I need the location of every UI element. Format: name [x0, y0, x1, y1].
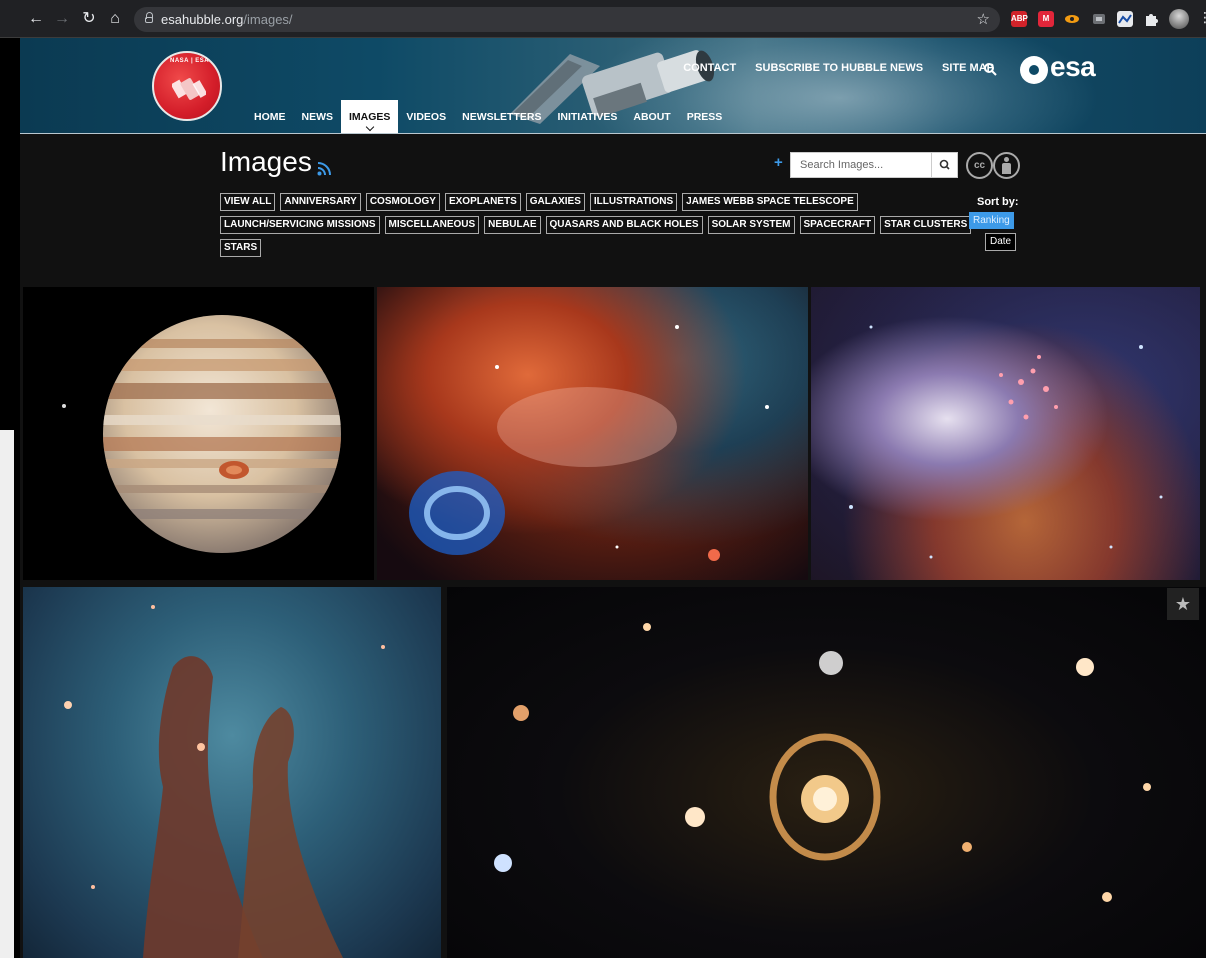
top-links: CONTACT SUBSCRIBE TO HUBBLE NEWS SITE MA… [664, 62, 994, 74]
category-tags: VIEW ALL ANNIVERSARY COSMOLOGY EXOPLANET… [220, 193, 972, 262]
esa-logo-mark-icon [1020, 56, 1048, 84]
gallery-image-pillars-of-creation[interactable] [23, 587, 441, 958]
tag-illustrations[interactable]: ILLUSTRATIONS [589, 193, 678, 211]
extension-gray-icon[interactable] [1091, 11, 1107, 27]
sort-by-label: Sort by: [977, 196, 1019, 208]
search-icon [939, 159, 950, 170]
search-icon[interactable] [983, 62, 997, 76]
main-nav: HOME NEWS IMAGES VIDEOS NEWSLETTERS INIT… [246, 100, 731, 133]
site-header: NASA | ESA CONTACT SUBSCRIBE TO HUBBLE N… [20, 38, 1206, 134]
nav-initiatives[interactable]: INITIATIVES [549, 100, 625, 133]
gallery-image-nebula-red[interactable] [377, 287, 808, 580]
adblock-plus-icon[interactable]: ABP [1011, 11, 1028, 27]
extensions-puzzle-icon[interactable] [1143, 11, 1159, 27]
attribution-icon[interactable] [993, 152, 1020, 179]
extension-red-icon[interactable]: M [1038, 11, 1054, 27]
tag-nebulae[interactable]: NEBULAE [484, 216, 541, 234]
contact-link[interactable]: CONTACT [683, 62, 736, 74]
bookmark-star-icon[interactable]: ☆ [977, 10, 990, 28]
tag-view-all[interactable]: VIEW ALL [220, 193, 276, 211]
nav-about[interactable]: ABOUT [625, 100, 678, 133]
esa-logo[interactable]: esa [1020, 51, 1110, 84]
search-box [790, 152, 958, 178]
browser-toolbar: ← → ↻ ⌂ esahubble.org/images/ ☆ ABP M ⋮ [0, 0, 1206, 38]
tag-spacecraft[interactable]: SPACECRAFT [799, 216, 876, 234]
extension-chart-icon[interactable] [1117, 11, 1133, 27]
nav-news[interactable]: NEWS [294, 100, 342, 133]
gallery-image-jupiter[interactable] [23, 287, 374, 580]
lock-icon [145, 12, 153, 23]
sort-ranking-button[interactable]: Ranking [969, 212, 1014, 229]
hubble-logo-satellite-icon [172, 78, 206, 100]
favorite-star-button[interactable]: ★ [1167, 588, 1199, 620]
back-arrow-icon[interactable]: ← [26, 9, 46, 29]
tag-miscellaneous[interactable]: MISCELLANEOUS [384, 216, 480, 234]
hubble-logo[interactable]: NASA | ESA [152, 51, 222, 121]
home-icon[interactable]: ⌂ [105, 9, 125, 29]
subscribe-link[interactable]: SUBSCRIBE TO HUBBLE NEWS [755, 62, 923, 74]
creative-commons-icon[interactable]: cc [966, 152, 993, 179]
sort-date-button[interactable]: Date [985, 233, 1017, 251]
gallery-image-westerlund-cluster[interactable] [811, 287, 1200, 580]
extension-eye-icon[interactable] [1064, 11, 1080, 27]
page-title: Images [220, 146, 312, 177]
gallery-image-einstein-ring[interactable] [447, 587, 1206, 958]
nav-images[interactable]: IMAGES [341, 100, 399, 133]
tag-quasars-black-holes[interactable]: QUASARS AND BLACK HOLES [545, 216, 703, 234]
menu-kebab-icon[interactable]: ⋮ [1198, 9, 1206, 26]
nav-home[interactable]: HOME [246, 100, 294, 133]
reload-icon[interactable]: ↻ [79, 9, 99, 29]
address-bar[interactable]: esahubble.org/images/ ☆ [134, 7, 1000, 32]
desktop-background [0, 38, 20, 958]
tag-exoplanets[interactable]: EXOPLANETS [444, 193, 521, 211]
rss-feed-icon[interactable] [317, 162, 331, 176]
tag-launch-servicing[interactable]: LAUNCH/SERVICING MISSIONS [220, 216, 380, 234]
tag-solar-system[interactable]: SOLAR SYSTEM [707, 216, 795, 234]
tag-james-webb[interactable]: JAMES WEBB SPACE TELESCOPE [682, 193, 858, 211]
search-input[interactable] [791, 153, 931, 177]
tag-anniversary[interactable]: ANNIVERSARY [280, 193, 361, 211]
profile-avatar-icon[interactable] [1169, 9, 1189, 29]
nav-videos[interactable]: VIDEOS [398, 100, 454, 133]
tag-galaxies[interactable]: GALAXIES [525, 193, 585, 211]
tag-stars[interactable]: STARS [220, 239, 262, 257]
nav-newsletters[interactable]: NEWSLETTERS [454, 100, 549, 133]
url-text[interactable]: esahubble.org/images/ [161, 12, 293, 27]
search-button[interactable] [931, 153, 957, 177]
nav-press[interactable]: PRESS [679, 100, 731, 133]
tag-star-clusters[interactable]: STAR CLUSTERS [880, 216, 972, 234]
tag-cosmology[interactable]: COSMOLOGY [365, 193, 440, 211]
forward-arrow-icon[interactable]: → [52, 9, 72, 29]
plus-icon[interactable]: + [774, 154, 783, 171]
